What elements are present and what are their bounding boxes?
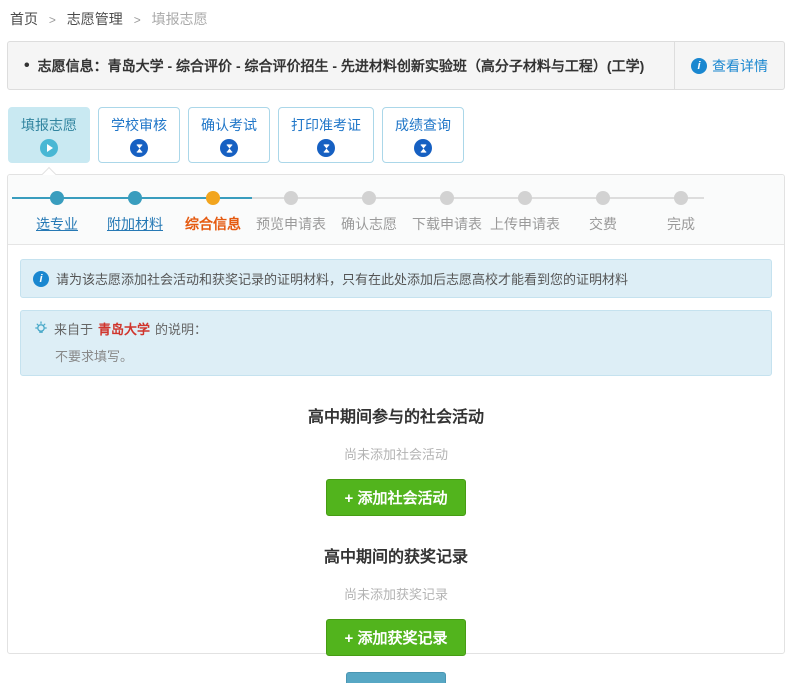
section-title: 高中期间参与的社会活动	[8, 403, 784, 427]
note-prefix: 来自于	[54, 319, 93, 338]
application-info-bar: • 志愿信息： 青岛大学 - 综合评价 - 综合评价招生 - 先进材料创新实验班…	[7, 41, 785, 90]
application-info-label: 志愿信息：	[38, 56, 108, 76]
note-body: 不要求填写。	[55, 346, 759, 365]
breadcrumb-home[interactable]: 首页	[10, 11, 38, 27]
tab-label: 确认考试	[201, 117, 257, 133]
hourglass-circle-icon	[317, 139, 335, 157]
note-school-name: 青岛大学	[98, 319, 150, 338]
application-info-text: • 志愿信息： 青岛大学 - 综合评价 - 综合评价招生 - 先进材料创新实验班…	[8, 42, 674, 89]
tab-label: 填报志愿	[21, 117, 77, 133]
hourglass-circle-icon	[414, 139, 432, 157]
breadcrumb: 首页 > 志愿管理 > 填报志愿	[0, 0, 792, 29]
view-details-button[interactable]: i 查看详情	[674, 42, 784, 89]
step-dot-todo	[284, 191, 298, 205]
tab-label: 学校审核	[111, 117, 167, 133]
note-suffix: 的说明：	[155, 319, 207, 338]
step-dot-current	[206, 191, 220, 205]
stage-tabs: 填报志愿 学校审核 确认考试 打印准考证 成绩查询	[8, 107, 792, 163]
breadcrumb-separator: >	[134, 13, 141, 27]
school-note-box: 来自于 青岛大学 的说明： 不要求填写。	[20, 310, 772, 376]
step-additional-materials[interactable]: 附加材料	[96, 191, 174, 234]
step-preview-form: 预览申请表	[252, 191, 330, 234]
step-dot-todo	[362, 191, 376, 205]
view-details-label: 查看详情	[712, 56, 768, 76]
add-social-activity-button[interactable]: + 添加社会活动	[326, 479, 467, 516]
step-download-form: 下载申请表	[408, 191, 486, 234]
hourglass-circle-icon	[130, 139, 148, 157]
play-circle-icon	[40, 139, 58, 157]
step-dot-todo	[440, 191, 454, 205]
bullet-icon: •	[24, 57, 30, 75]
info-circle-icon: i	[33, 271, 49, 287]
notice-banner: i 请为该志愿添加社会活动和获奖记录的证明材料，只有在此处添加后志愿高校才能看到…	[20, 259, 772, 298]
application-info-value: 青岛大学 - 综合评价 - 综合评价招生 - 先进材料创新实验班（高分子材料与工…	[108, 56, 645, 76]
tab-print-admission-ticket[interactable]: 打印准考证	[278, 107, 374, 163]
tab-confirm-exam[interactable]: 确认考试	[188, 107, 270, 163]
breadcrumb-separator: >	[49, 13, 56, 27]
tab-label: 打印准考证	[291, 117, 361, 133]
step-dot-done	[128, 191, 142, 205]
lightbulb-icon	[33, 321, 49, 337]
step-dot-todo	[674, 191, 688, 205]
step-upload-form: 上传申请表	[486, 191, 564, 234]
info-circle-icon: i	[691, 58, 707, 74]
awards-section: 高中期间的获奖记录 尚未添加获奖记录 + 添加获奖记录	[8, 543, 784, 656]
main-panel: 选专业 附加材料 综合信息 预览申请表 确认志愿 下载申请表	[7, 174, 785, 654]
next-step-button[interactable]: 下一步	[346, 672, 445, 683]
progress-stepper: 选专业 附加材料 综合信息 预览申请表 确认志愿 下载申请表	[8, 175, 784, 245]
step-dot-todo	[596, 191, 610, 205]
tab-school-review[interactable]: 学校审核	[98, 107, 180, 163]
tab-fill-application[interactable]: 填报志愿	[8, 107, 90, 163]
step-dot-todo	[518, 191, 532, 205]
add-award-record-button[interactable]: + 添加获奖记录	[326, 619, 467, 656]
step-select-major[interactable]: 选专业	[18, 191, 96, 234]
step-comprehensive-info: 综合信息	[174, 191, 252, 234]
empty-state-text: 尚未添加社会活动	[8, 444, 784, 463]
empty-state-text: 尚未添加获奖记录	[8, 584, 784, 603]
step-dot-done	[50, 191, 64, 205]
step-confirm-application: 确认志愿	[330, 191, 408, 234]
tab-label: 成绩查询	[395, 117, 451, 133]
step-finish: 完成	[642, 191, 720, 234]
hourglass-circle-icon	[220, 139, 238, 157]
step-payment: 交费	[564, 191, 642, 234]
breadcrumb-current-page: 填报志愿	[152, 11, 208, 27]
breadcrumb-volunteer-management[interactable]: 志愿管理	[67, 11, 123, 27]
social-activities-section: 高中期间参与的社会活动 尚未添加社会活动 + 添加社会活动	[8, 403, 784, 516]
notice-text: 请为该志愿添加社会活动和获奖记录的证明材料，只有在此处添加后志愿高校才能看到您的…	[56, 269, 628, 288]
tab-score-query[interactable]: 成绩查询	[382, 107, 464, 163]
section-title: 高中期间的获奖记录	[8, 543, 784, 567]
